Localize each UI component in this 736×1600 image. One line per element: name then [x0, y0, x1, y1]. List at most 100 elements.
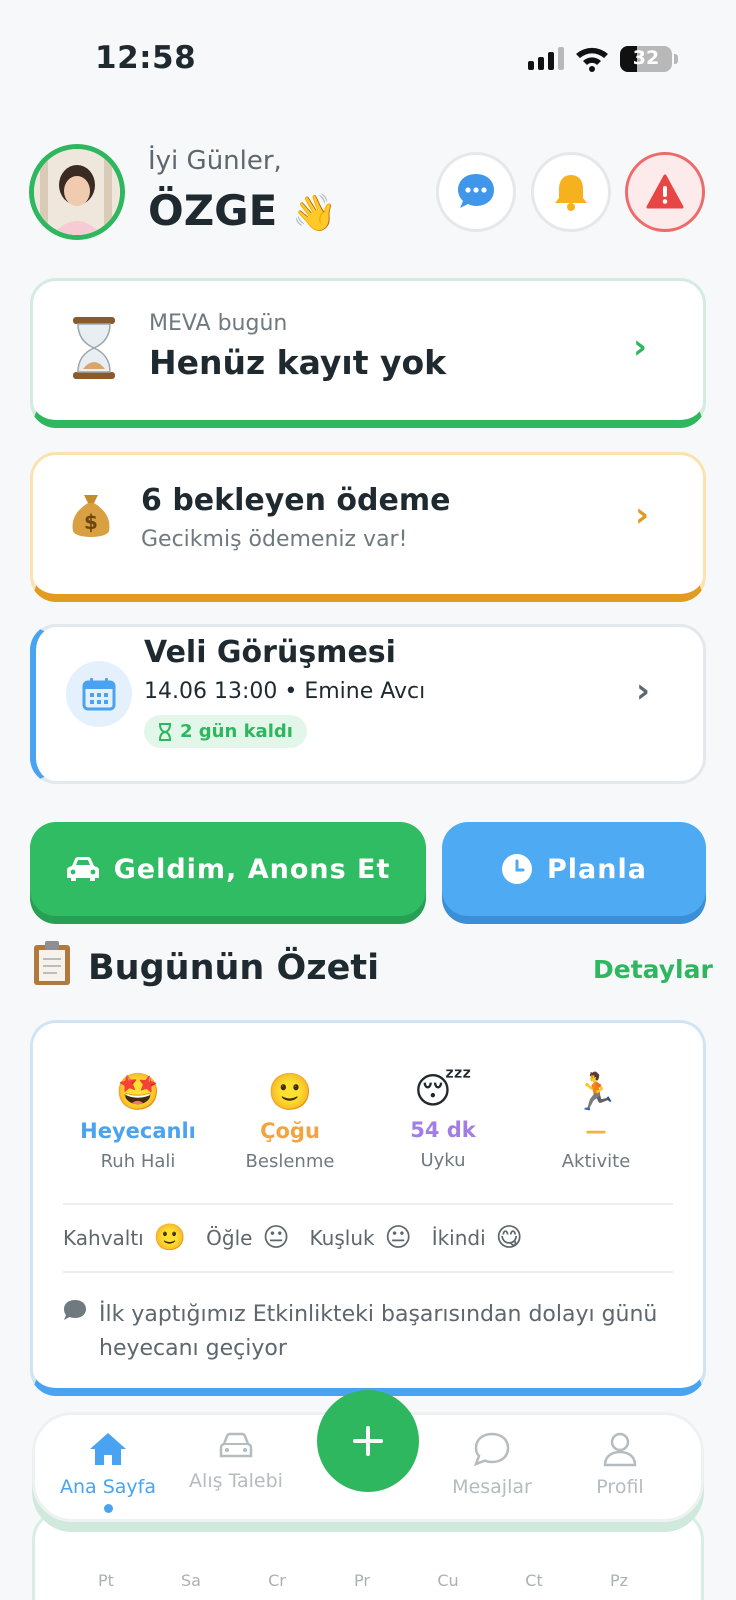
running-icon: 🏃	[573, 1072, 619, 1113]
nav-home[interactable]: Ana Sayfa	[43, 1431, 173, 1513]
chat-bubble-icon	[458, 174, 494, 208]
plan-label: Planla	[547, 853, 647, 885]
battery-icon: 32	[620, 46, 672, 72]
comment-icon	[64, 1300, 86, 1320]
emergency-button[interactable]	[625, 152, 705, 232]
teacher-note: İlk yaptığımız Etkinlikteki başarısından…	[99, 1302, 658, 1361]
person-icon	[603, 1432, 637, 1467]
stat-value: Çoğu	[260, 1119, 320, 1143]
status-time: 12:58	[95, 40, 197, 76]
nav-messages[interactable]: Mesajlar	[427, 1431, 557, 1498]
summary-card: 🤩 Heyecanlı Ruh Hali 🙂 Çoğu Beslenme 😴 5…	[30, 1020, 706, 1396]
battery-level: 32	[632, 47, 660, 69]
stat-label: Beslenme	[245, 1151, 335, 1172]
chat-icon	[473, 1432, 510, 1467]
neutral-face-icon: 😐	[384, 1223, 412, 1253]
greeting-text: İyi Günler,	[148, 146, 282, 176]
meal-label: Kuşluk	[309, 1226, 375, 1250]
svg-text:$: $	[84, 510, 98, 534]
arrive-announce-button[interactable]: Geldim, Anons Et	[30, 822, 426, 916]
meeting-title: Veli Görüşmesi	[144, 635, 396, 670]
meal-label: Öğle	[206, 1226, 253, 1250]
divider	[63, 1203, 673, 1205]
user-name-text: ÖZGE	[148, 186, 278, 235]
user-name: ÖZGE 👋	[148, 186, 337, 235]
stat-nutrition: 🙂 Çoğu Beslenme	[215, 1071, 365, 1172]
meals-row: Kahvaltı 🙂 Öğle 😐 Kuşluk 😐 İkindi 😋	[63, 1223, 533, 1253]
clock-icon	[502, 854, 533, 884]
weekday-label: Pz	[609, 1571, 629, 1590]
hourglass-icon	[159, 722, 171, 741]
chevron-right-icon: ›	[636, 671, 651, 711]
meva-subtitle: MEVA bugün	[149, 311, 288, 336]
meal-label: İkindi	[431, 1226, 486, 1250]
child-photo	[34, 149, 120, 235]
yummy-face-icon: 😋	[495, 1223, 523, 1253]
stat-mood: 🤩 Heyecanlı Ruh Hali	[63, 1071, 213, 1172]
payment-subtitle: Gecikmiş ödemeniz var!	[141, 527, 408, 552]
meal-label: Kahvaltı	[63, 1226, 144, 1250]
car-icon	[66, 857, 99, 881]
nav-pickup-request[interactable]: Alış Talebi	[171, 1431, 301, 1492]
avatar[interactable]	[29, 144, 125, 240]
active-indicator	[103, 1504, 113, 1513]
signal-icon	[528, 46, 564, 70]
smile-icon: 🙂	[267, 1072, 313, 1113]
week-strip: Pt Sa Cr Pr Cu Ct Pz	[32, 1510, 704, 1600]
bell-icon	[555, 175, 587, 211]
warning-icon	[646, 174, 684, 209]
meeting-detail: 14.06 13:00 • Emine Avcı	[144, 679, 426, 704]
weekday-label: Pr	[354, 1571, 370, 1590]
meeting-card[interactable]: Veli Görüşmesi 14.06 13:00 • Emine Avcı …	[30, 624, 706, 784]
arrive-announce-label: Geldim, Anons Et	[113, 853, 391, 885]
stat-value: —	[585, 1119, 607, 1143]
home-icon	[90, 1433, 126, 1465]
weekday-label: Cr	[268, 1571, 286, 1590]
stat-label: Uyku	[420, 1150, 466, 1171]
meal-item: Öğle 😐	[206, 1223, 289, 1253]
clipboard-icon	[34, 941, 70, 985]
wifi-icon	[576, 47, 608, 72]
stat-label: Aktivite	[561, 1151, 631, 1172]
stat-value: 54 dk	[410, 1118, 476, 1142]
neutral-face-icon: 😐	[262, 1223, 290, 1253]
summary-title: Bugünün Özeti	[88, 948, 380, 988]
stat-label: Ruh Hali	[100, 1151, 176, 1172]
sleeping-face-icon: 😴	[414, 1071, 472, 1112]
weekday-label: Pt	[98, 1571, 114, 1590]
nav-label: Ana Sayfa	[59, 1476, 156, 1498]
countdown-badge: 2 gün kaldı	[144, 715, 307, 748]
add-button[interactable]	[317, 1390, 419, 1492]
weekday-label: Cu	[437, 1571, 459, 1590]
money-bag-icon: $	[72, 495, 110, 537]
messages-button[interactable]	[436, 152, 516, 232]
stat-activity: 🏃 — Aktivite	[521, 1071, 671, 1172]
smile-icon: 🙂	[153, 1223, 187, 1253]
nav-profile[interactable]: Profil	[555, 1431, 685, 1498]
meva-title: Henüz kayıt yok	[149, 343, 447, 382]
wave-icon: 👋	[291, 193, 337, 234]
meal-item: Kahvaltı 🙂	[63, 1223, 186, 1253]
meva-card[interactable]: MEVA bugün Henüz kayıt yok ›	[30, 278, 706, 428]
weekday-label: Ct	[525, 1571, 543, 1590]
payment-card[interactable]: $ 6 bekleyen ödeme Gecikmiş ödemeniz var…	[30, 452, 706, 602]
star-struck-icon: 🤩	[115, 1072, 161, 1113]
notifications-button[interactable]	[531, 152, 611, 232]
plan-button[interactable]: Planla	[442, 822, 706, 916]
countdown-text: 2 gün kaldı	[180, 721, 293, 742]
hourglass-icon	[73, 317, 115, 379]
car-icon	[219, 1432, 253, 1458]
nav-label: Mesajlar	[452, 1476, 532, 1498]
chevron-right-icon: ›	[633, 327, 648, 367]
details-link[interactable]: Detaylar	[593, 955, 713, 984]
divider	[63, 1271, 673, 1273]
nav-label: Alış Talebi	[189, 1470, 283, 1492]
stat-sleep: 😴 54 dk Uyku	[368, 1071, 518, 1171]
plus-icon	[353, 1426, 383, 1456]
chevron-right-icon: ›	[635, 495, 650, 535]
nav-label: Profil	[596, 1476, 644, 1498]
meal-item: İkindi 😋	[432, 1223, 523, 1253]
payment-title: 6 bekleyen ödeme	[141, 483, 451, 518]
weekday-label: Sa	[181, 1571, 201, 1590]
calendar-icon	[66, 661, 132, 727]
